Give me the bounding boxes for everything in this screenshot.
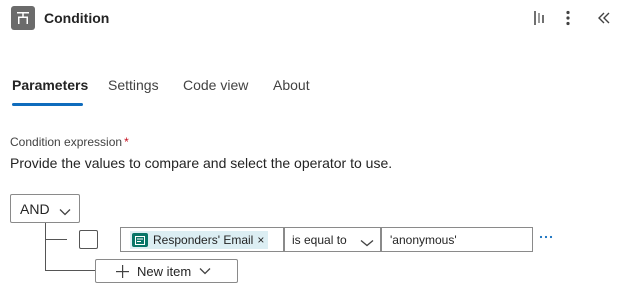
split-view-icon[interactable] [530, 8, 550, 28]
tree-connector-vertical [45, 223, 46, 271]
active-tab-indicator [12, 103, 83, 106]
add-icon [116, 264, 129, 278]
panel-header: Condition [0, 0, 620, 36]
forms-icon [132, 233, 148, 247]
tab-about[interactable]: About [273, 77, 310, 93]
new-item-label: New item [137, 263, 192, 279]
chevron-down-icon [360, 236, 374, 250]
panel-title: Condition [44, 10, 110, 26]
tab-settings[interactable]: Settings [108, 77, 159, 93]
chevron-down-icon [59, 203, 71, 219]
condition-label-text: Condition expression [10, 135, 123, 149]
token-label: Responders' Email [153, 233, 254, 247]
new-item-button[interactable]: New item [95, 259, 238, 283]
dynamic-content-token[interactable]: Responders' Email × [130, 231, 269, 249]
right-operand-value: 'anonymous' [390, 232, 457, 247]
group-operator-dropdown[interactable]: AND [10, 194, 80, 223]
tab-parameters[interactable]: Parameters [12, 77, 88, 93]
required-marker: * [124, 135, 129, 149]
tree-connector-row [45, 239, 67, 240]
more-vertical-icon[interactable] [558, 8, 578, 28]
tree-connector-new-item [45, 270, 97, 271]
condition-expression-label: Condition expression * [10, 135, 129, 149]
operator-value: is equal to [292, 232, 347, 247]
chevron-down-icon [199, 267, 211, 275]
condition-description: Provide the values to compare and select… [10, 155, 393, 171]
collapse-icon[interactable] [594, 8, 614, 28]
left-operand-field[interactable]: Responders' Email × [120, 227, 284, 252]
tab-bar: Parameters Settings Code view About [0, 72, 620, 108]
tab-code-view[interactable]: Code view [183, 77, 248, 93]
condition-icon [11, 6, 35, 30]
token-remove-icon[interactable]: × [257, 233, 264, 247]
group-operator-value: AND [20, 200, 50, 217]
more-horizontal-icon[interactable] [538, 231, 554, 243]
row-checkbox[interactable] [79, 230, 98, 249]
right-operand-input[interactable]: 'anonymous' [381, 227, 533, 252]
operator-dropdown[interactable]: is equal to [284, 227, 381, 252]
